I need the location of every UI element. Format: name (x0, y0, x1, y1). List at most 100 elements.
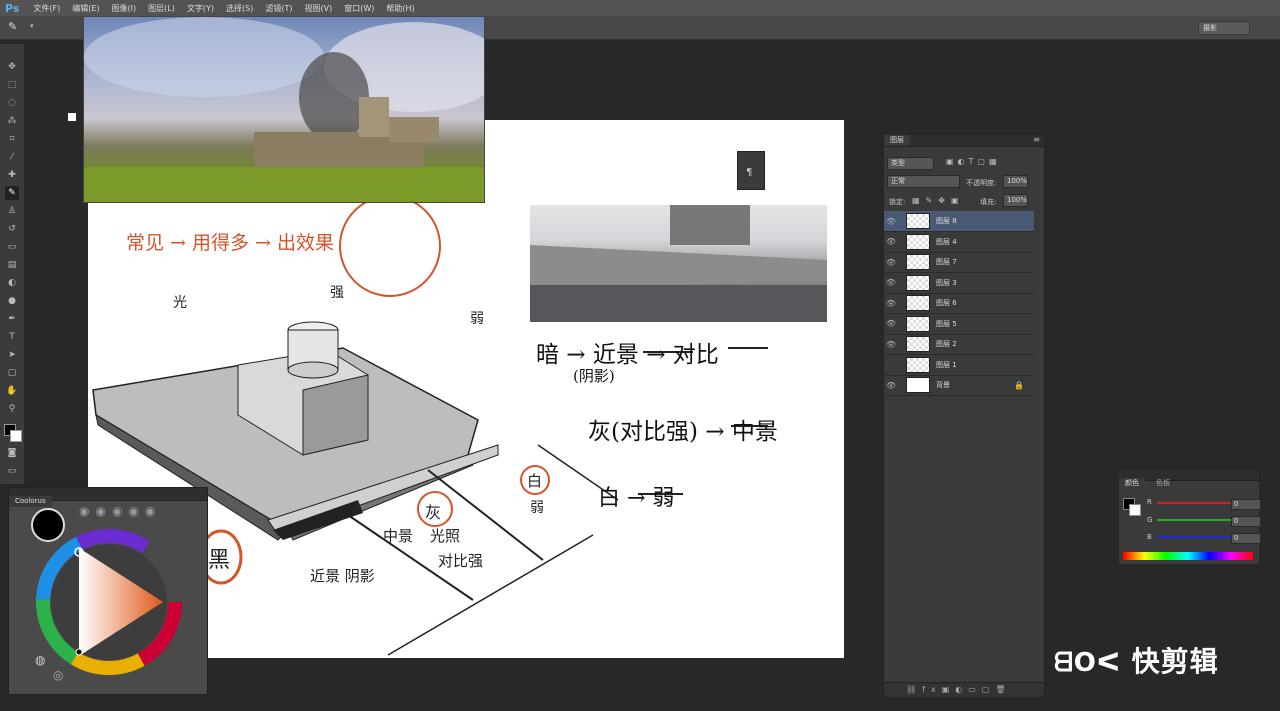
quick-select-tool-icon[interactable]: ⁂ (5, 114, 19, 128)
annotation-weak: 弱 (530, 500, 544, 516)
layer-name: 图层 5 (936, 319, 957, 328)
menu-select[interactable]: 选择(S) (220, 3, 259, 14)
g-slider[interactable] (1157, 519, 1231, 521)
layer-action-icons[interactable]: ⛓fx▣◐▭▢🗑 (906, 685, 1012, 694)
color-bg-swatch[interactable] (1129, 504, 1141, 516)
layer-thumbnail (906, 213, 930, 229)
layer-row[interactable]: 图层 1 (884, 355, 1034, 376)
type-tool-icon[interactable]: T (5, 330, 19, 344)
menu-layer[interactable]: 图层(L) (142, 3, 181, 14)
g-value-input[interactable]: 0 (1231, 516, 1261, 527)
layer-row[interactable]: 👁 图层 6 (884, 293, 1034, 314)
annotation-black: 黑 (208, 548, 231, 573)
color-spectrum-bar[interactable] (1123, 552, 1253, 560)
stamp-tool-icon[interactable]: ♙ (5, 204, 19, 218)
layer-row[interactable]: 👁 图层 7 (884, 252, 1034, 273)
layer-filter-kind[interactable]: 类型 (887, 157, 934, 170)
layer-thumbnail (906, 356, 930, 373)
workspace-select[interactable]: 摄影 (1198, 21, 1250, 35)
path-select-tool-icon[interactable]: ➤ (5, 348, 19, 362)
menu-image[interactable]: 图像(I) (106, 3, 143, 14)
annotation-white-line: 白 → 弱 (598, 486, 675, 511)
eye-icon[interactable]: 👁 (884, 381, 898, 390)
layer-row[interactable]: 👁 图层 8 (884, 211, 1034, 232)
crop-tool-icon[interactable]: ⌗ (5, 132, 19, 146)
layer-row[interactable]: 👁 图层 4 (884, 232, 1034, 253)
layer-row[interactable]: 👁 背景 🔒 (884, 375, 1034, 396)
gradient-tool-icon[interactable]: ▤ (5, 258, 19, 272)
hand-tool-icon[interactable]: ✋ (5, 384, 19, 398)
screen-mode-icon[interactable]: ▭ (5, 464, 19, 478)
layer-row[interactable]: 👁 图层 3 (884, 273, 1034, 294)
blend-mode-select[interactable]: 正常 (887, 175, 960, 188)
background-color-swatch[interactable] (10, 430, 22, 442)
fill-input[interactable]: 100% (1003, 194, 1028, 207)
coolorus-palette-icon[interactable]: ◍ (35, 653, 45, 667)
layer-name: 图层 4 (936, 237, 957, 246)
healing-brush-tool-icon[interactable]: ✚ (5, 168, 19, 182)
dodge-tool-icon[interactable]: ● (5, 294, 19, 308)
color-wheel[interactable] (35, 528, 183, 676)
tab-swatches[interactable]: 色板 (1150, 478, 1176, 489)
menu-type[interactable]: 文字(Y) (181, 3, 220, 14)
eraser-tool-icon[interactable]: ▭ (5, 240, 19, 254)
annotation-white: 白 (527, 472, 543, 490)
r-slider[interactable] (1157, 502, 1231, 504)
layer-thumbnail (906, 315, 930, 332)
b-value-input[interactable]: 0 (1231, 533, 1261, 544)
opacity-label: 不透明度: (966, 179, 997, 187)
coolorus-settings-icon[interactable]: ◎ (53, 668, 63, 682)
tab-coolorus[interactable]: Coolorus (9, 496, 52, 507)
layer-name: 图层 2 (936, 340, 957, 348)
eye-icon[interactable]: 👁 (884, 258, 898, 267)
tab-color[interactable]: 颜色 (1119, 478, 1145, 489)
panel-menu-icon[interactable]: ≡ (1033, 135, 1040, 144)
annotation-right-arrow: 弱 (470, 311, 484, 327)
brush-tool-icon[interactable]: ✎ (5, 186, 19, 200)
coolorus-mode-icons[interactable]: ◉◉◉◉◉ (79, 504, 161, 518)
history-brush-tool-icon[interactable]: ↺ (5, 222, 19, 236)
opacity-input[interactable]: 100% (1003, 175, 1028, 188)
mini-tool-panel: ¶ (737, 151, 765, 190)
annotation-gray-line: 灰(对比强) → 中景 (588, 419, 778, 445)
eye-icon[interactable]: 👁 (884, 237, 898, 246)
eye-icon[interactable]: 👁 (884, 340, 898, 349)
eye-icon[interactable]: 👁 (884, 278, 898, 287)
zoom-tool-icon[interactable]: ⚲ (5, 402, 19, 416)
b-slider[interactable] (1157, 536, 1231, 538)
marquee-tool-icon[interactable]: ⬚ (5, 78, 19, 92)
brush-tool-preset-icon[interactable]: ✎ (8, 20, 17, 33)
tools-panel: ✥ ⬚ ◌ ⁂ ⌗ ⁄ ✚ ✎ ♙ ↺ ▭ ▤ ◐ ● ✒ T ➤ ▢ ✋ ⚲ … (0, 44, 25, 484)
layer-thumbnail (906, 274, 930, 291)
shape-tool-icon[interactable]: ▢ (5, 366, 19, 380)
pen-tool-icon[interactable]: ✒ (5, 312, 19, 326)
watermark-logo-icon: ᗺOᐸ (1054, 648, 1121, 678)
text-tool-icon[interactable]: ¶ (746, 167, 752, 178)
lock-icons[interactable]: ▦✎✥▣ (912, 196, 965, 205)
menu-view[interactable]: 视图(V) (298, 3, 338, 14)
eyedropper-tool-icon[interactable]: ⁄ (5, 150, 19, 164)
r-value-input[interactable]: 0 (1231, 499, 1261, 510)
menu-window[interactable]: 窗口(W) (338, 3, 380, 14)
value-study-thumbnail (530, 205, 827, 322)
lasso-tool-icon[interactable]: ◌ (5, 96, 19, 110)
menu-filter[interactable]: 滤镜(T) (259, 3, 298, 14)
quick-mask-icon[interactable]: ◙ (5, 446, 19, 460)
eye-icon[interactable]: 👁 (884, 299, 898, 308)
move-tool-icon[interactable]: ✥ (5, 60, 19, 74)
filter-icons[interactable]: ▣◐T▢▦ (946, 157, 1001, 166)
layers-panel: 图层 ≡ 类型 ▣◐T▢▦ 正常 不透明度: 100% 锁定: ▦✎✥▣ 填充:… (883, 134, 1045, 698)
blur-tool-icon[interactable]: ◐ (5, 276, 19, 290)
layer-list: 👁 图层 8 👁 图层 4 👁 图层 7 👁 图层 3 👁 图层 6 👁 图层 5 👁 图层 2 图层 1 👁… (884, 211, 1044, 401)
tab-layers[interactable]: 图层 (884, 135, 910, 146)
chevron-down-icon[interactable]: ▾ (30, 22, 34, 30)
layer-thumbnail (906, 295, 930, 311)
layer-row[interactable]: 👁 图层 5 (884, 314, 1034, 335)
layer-row[interactable]: 👁 图层 2 (884, 334, 1034, 355)
menu-edit[interactable]: 编辑(E) (66, 3, 105, 14)
menu-file[interactable]: 文件(F) (27, 3, 66, 14)
eye-icon[interactable]: 👁 (884, 217, 898, 226)
menu-help[interactable]: 帮助(H) (380, 3, 420, 14)
eye-icon[interactable]: 👁 (884, 319, 898, 328)
layers-footer: ⛓fx▣◐▭▢🗑 (884, 682, 1044, 697)
